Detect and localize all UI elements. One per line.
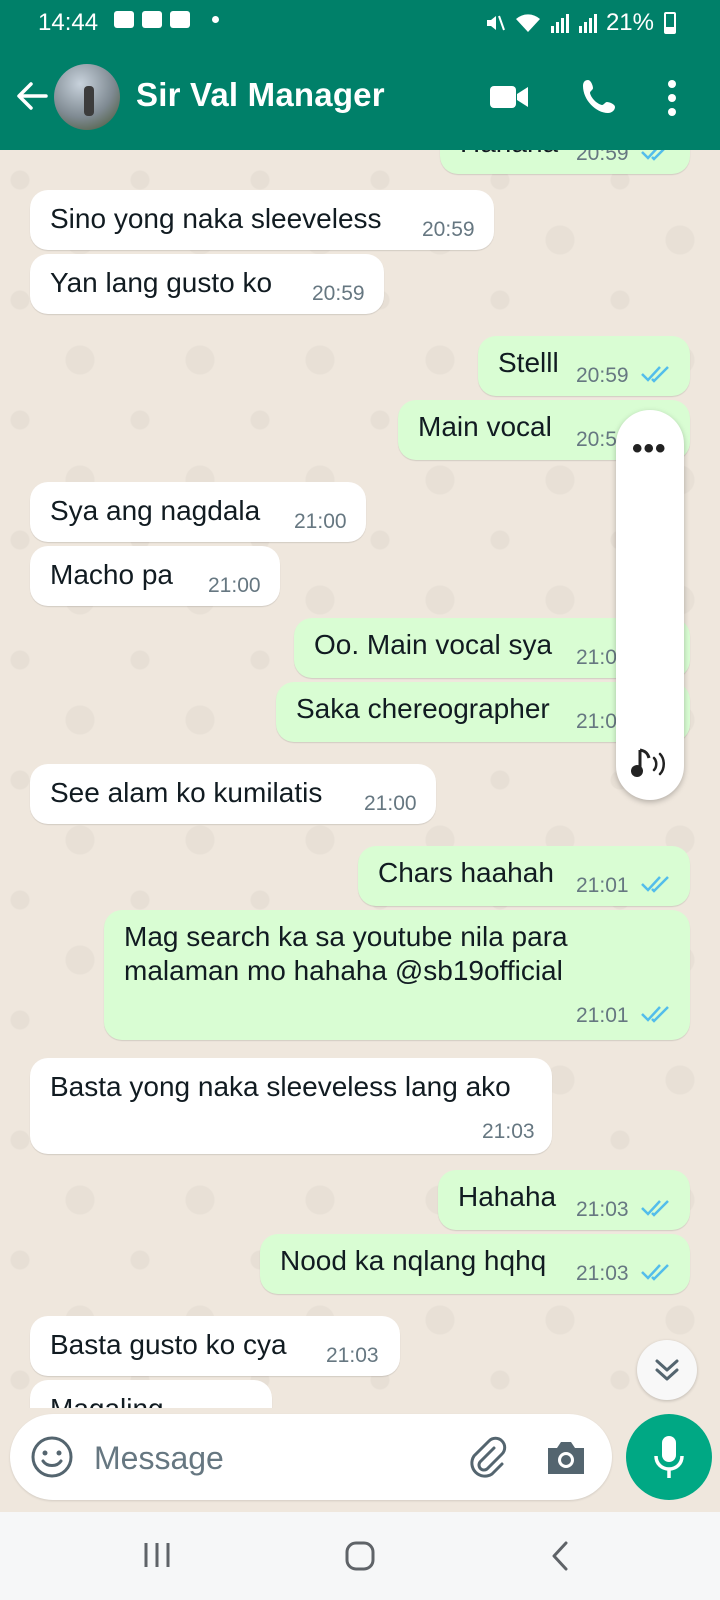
youtube-notification-icon [142, 11, 162, 28]
message-text: Sino yong naka sleeveless [50, 203, 382, 234]
youtube-notification-icon [170, 11, 190, 28]
read-receipt-icon [641, 1200, 669, 1217]
battery-icon [664, 12, 676, 34]
notification-icons [114, 11, 219, 28]
message-bubble-incoming[interactable]: Sino yong naka sleeveless 20:59 [30, 190, 494, 250]
message-text: Hahaha [460, 150, 558, 160]
battery-percent: 21% [605, 9, 654, 36]
message-time: 21:0 [576, 710, 617, 733]
video-call-icon[interactable] [489, 82, 529, 112]
avatar[interactable] [54, 64, 120, 130]
message-time: 21:03 [326, 1344, 379, 1367]
read-receipt-icon [641, 1264, 669, 1281]
message-bubble-outgoing[interactable]: Stelll 20:59 [478, 336, 690, 396]
message-composer [10, 1414, 612, 1500]
contact-name[interactable]: Sir Val Manager [136, 76, 385, 114]
message-time: 20:59 [422, 218, 475, 241]
scroll-to-bottom-button[interactable] [637, 1340, 697, 1400]
message-bubble-incoming[interactable]: Macho pa 21:00 [30, 546, 280, 606]
message-time: 21:03 [482, 1120, 535, 1143]
voice-call-icon[interactable] [580, 76, 620, 116]
camera-icon[interactable] [544, 1436, 588, 1478]
message-text: Oo. Main vocal sya [314, 629, 553, 660]
message-text: Main vocal [418, 411, 552, 442]
message-time: 20:59 [576, 364, 629, 387]
message-time: 21:00 [208, 574, 261, 597]
read-receipt-icon [641, 876, 669, 893]
status-bar: 14:44 21% [0, 0, 720, 46]
message-time: 20:5 [576, 428, 617, 451]
attach-icon[interactable] [464, 1434, 510, 1480]
audio-playback-icon[interactable] [630, 744, 672, 784]
home-icon[interactable] [344, 1540, 376, 1572]
mute-icon [486, 15, 505, 31]
message-text: Yan lang gusto ko [50, 267, 273, 298]
status-time: 14:44 [38, 9, 99, 36]
avatar-figure [84, 86, 94, 116]
message-text: Chars haahah [378, 857, 554, 888]
double-chevron-down-icon [655, 1359, 679, 1381]
message-bubble-incoming[interactable]: Magaling [30, 1380, 272, 1408]
read-receipt-icon [641, 1006, 669, 1023]
message-time: 21:01 [576, 874, 629, 897]
message-bubble-incoming[interactable]: Basta yong naka sleeveless lang ako 21:0… [30, 1058, 552, 1154]
message-text: Hahaha [458, 1181, 557, 1212]
message-bubble-incoming[interactable]: See alam ko kumilatis 21:00 [30, 764, 436, 824]
system-nav-bar [0, 1512, 720, 1600]
message-text: Basta gusto ko cya [50, 1329, 287, 1360]
message-text: Magaling [50, 1392, 164, 1408]
message-time: 21:00 [364, 792, 417, 815]
message-text: Stelll [498, 347, 559, 378]
message-time: 21:0 [576, 646, 617, 669]
message-text: Sya ang nagdala [50, 495, 261, 526]
message-bubble-incoming[interactable]: Sya ang nagdala 21:00 [30, 482, 366, 542]
message-time: 21:03 [576, 1262, 629, 1285]
message-bubble-outgoing[interactable]: Hahaha 21:03 [438, 1170, 690, 1230]
mic-icon [654, 1436, 684, 1478]
message-text: Saka chereographer [296, 693, 550, 724]
message-time: 21:00 [294, 510, 347, 533]
more-notifications-dot-icon [212, 16, 219, 23]
message-input[interactable] [92, 1436, 436, 1480]
message-bubble-incoming[interactable]: Basta gusto ko cya 21:03 [30, 1316, 400, 1376]
wifi-icon [515, 14, 540, 32]
signal-icon [550, 14, 569, 33]
message-text: Macho pa [50, 559, 173, 590]
message-text: See alam ko kumilatis [50, 777, 323, 808]
read-receipt-icon [641, 366, 669, 383]
signal-icon [578, 14, 597, 33]
message-bubble-incoming[interactable]: Yan lang gusto ko 20:59 [30, 254, 384, 314]
back-icon[interactable] [550, 1540, 570, 1572]
status-right: 21% [484, 9, 676, 37]
chat-header: Sir Val Manager [0, 46, 720, 150]
more-options-icon[interactable] [666, 78, 678, 118]
message-bubble-outgoing[interactable]: Nood ka nqlang hqhq 21:03 [260, 1234, 690, 1294]
panel-more-icon[interactable]: ••• [632, 432, 667, 466]
back-arrow-icon[interactable] [14, 78, 50, 114]
message-text: Nood ka nqlang hqhq [280, 1245, 547, 1276]
message-bubble-outgoing[interactable]: Hahaha 20:59 [440, 150, 690, 174]
read-receipt-icon [641, 150, 665, 161]
gallery-notification-icon [114, 11, 134, 28]
emoji-icon[interactable] [30, 1435, 74, 1479]
voice-record-button[interactable] [626, 1414, 712, 1500]
message-time: 21:03 [576, 1198, 629, 1221]
recents-icon[interactable] [140, 1540, 174, 1570]
message-time: 21:01 [576, 1004, 629, 1027]
message-time: 20:59 [576, 150, 629, 165]
message-bubble-outgoing[interactable]: Chars haahah 21:01 [358, 846, 690, 906]
message-text: Mag search ka sa youtube nila para malam… [124, 921, 568, 986]
message-time: 20:59 [312, 282, 365, 305]
playback-side-panel[interactable]: ••• [616, 410, 684, 800]
message-bubble-outgoing[interactable]: Mag search ka sa youtube nila para malam… [104, 910, 690, 1040]
message-text: Basta yong naka sleeveless lang ako [50, 1071, 511, 1102]
message-list[interactable]: Hahaha 20:59 Sino yong naka sleeveless 2… [0, 150, 720, 1408]
